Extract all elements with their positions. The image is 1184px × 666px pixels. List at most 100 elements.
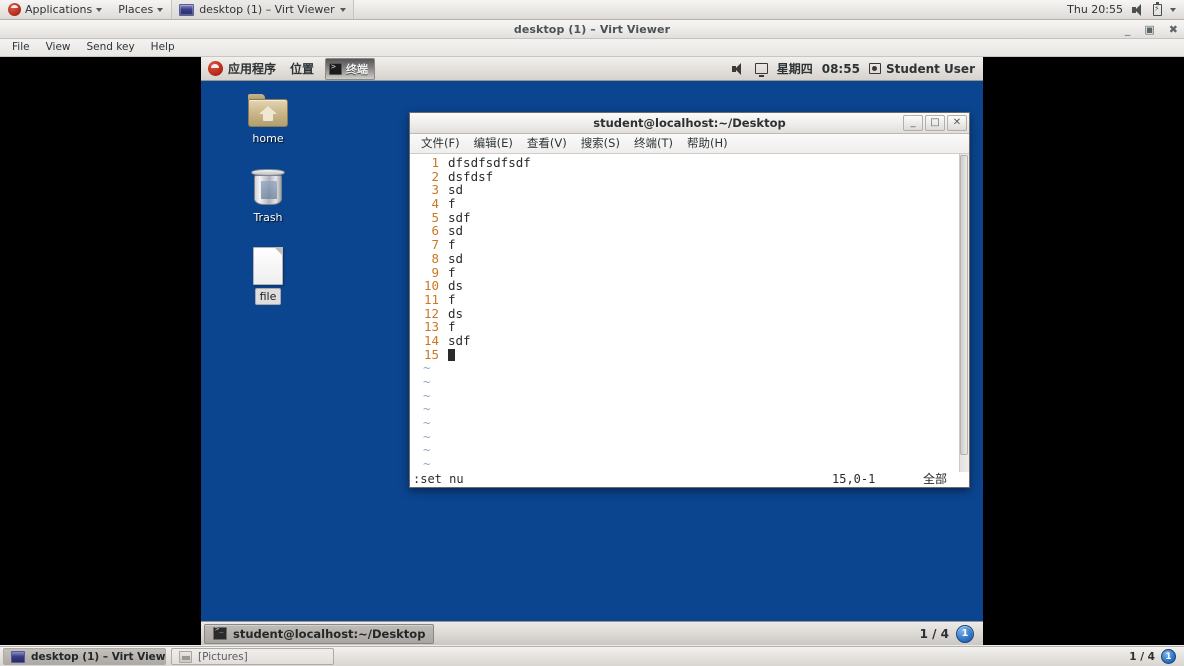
host-workspace-current: 1 xyxy=(1161,649,1176,664)
vim-empty-line: ~ xyxy=(413,387,969,403)
guest-taskbar-item-terminal[interactable]: student@localhost:~/Desktop xyxy=(204,623,435,644)
guest-user-menu[interactable]: Student User xyxy=(868,62,975,76)
host-window-switcher-label: desktop (1) – Virt Viewer xyxy=(199,3,335,16)
desktop-icon-trash[interactable]: Trash xyxy=(230,169,306,225)
vim-line-number: 3 xyxy=(431,182,439,198)
vim-line-text: sdf xyxy=(448,332,471,348)
vim-line-text: ds xyxy=(448,278,464,294)
vim-line-text: sd xyxy=(448,250,464,266)
terminal-scrollbar[interactable] xyxy=(959,154,969,487)
terminal-titlebar[interactable]: student@localhost:~/Desktop _ □ ✕ xyxy=(410,113,969,134)
vim-empty-line: ~ xyxy=(413,402,969,416)
vim-line-number: 2 xyxy=(431,168,439,184)
guest-workspace-switcher[interactable]: 1 / 4 1 xyxy=(919,624,980,643)
chevron-down-icon[interactable] xyxy=(1170,7,1176,12)
guest-workspace-text: 1 / 4 xyxy=(919,626,949,641)
vim-line-text: f xyxy=(448,264,456,280)
desktop-icon-home[interactable]: home xyxy=(230,93,306,146)
vim-line-text: sdf xyxy=(448,209,471,225)
menu-file[interactable]: File xyxy=(4,39,38,56)
vim-ruler: 15,0-1 xyxy=(832,471,876,486)
guest-workspace-current: 1 xyxy=(956,624,974,643)
vim-line: 13 f xyxy=(413,320,969,334)
volume-icon[interactable] xyxy=(1131,3,1145,16)
maximize-button[interactable]: □ xyxy=(925,115,945,131)
desktop-icon-home-label: home xyxy=(252,132,284,145)
taskbar-item-pictures[interactable]: [Pictures] xyxy=(171,648,334,665)
guest-window-button-terminal[interactable]: 终端 xyxy=(325,57,376,80)
vim-tilde-marker: ~ xyxy=(423,374,431,389)
vim-line: 9f xyxy=(413,264,969,280)
vim-line: 6 sd xyxy=(413,224,969,238)
guest-desktop[interactable]: 应用程序 位置 终端 星期四 08 xyxy=(201,57,983,645)
display-icon[interactable] xyxy=(754,63,768,77)
vim-empty-line: ~ xyxy=(413,443,969,457)
vim-editor-area[interactable]: 1 dfsdfsdfsdf 2 dsfdsf 3 sd 4 f 5 sdf 6 sd 7 f 8 sd 9 f 10… xyxy=(410,154,969,487)
host-workspace-switcher[interactable]: 1 / 4 1 xyxy=(1129,649,1181,664)
vim-line-text xyxy=(439,348,455,362)
vim-empty-line: ~ xyxy=(413,416,969,430)
menu-send-key[interactable]: Send key xyxy=(79,39,143,56)
terminal-menu-file[interactable]: 文件(F) xyxy=(414,134,467,153)
terminal-menu-terminal[interactable]: 终端(T) xyxy=(627,134,680,153)
guest-window-button-label: 终端 xyxy=(346,62,369,76)
vim-line-number: 4 xyxy=(431,196,439,212)
host-places-menu[interactable]: Places xyxy=(110,0,171,19)
scrollbar-thumb[interactable] xyxy=(960,155,968,455)
vim-tilde-marker: ~ xyxy=(423,387,431,403)
vim-buffer-lines: 1 dfsdfsdfsdf 2 dsfdsf 3 sd 4 f 5 sdf 6 sd 7 f 8 sd 9 f 10… xyxy=(413,156,969,361)
vim-line: 8 sd xyxy=(413,252,969,266)
virt-viewer-titlebar[interactable]: desktop (1) – Virt Viewer _ ▣ ✖ xyxy=(0,20,1184,39)
host-window-switcher[interactable]: desktop (1) – Virt Viewer xyxy=(171,0,354,19)
vim-line: 5 sdf xyxy=(413,211,969,225)
guest-window-list: 终端 xyxy=(325,57,376,81)
vim-line-number: 11 xyxy=(423,291,439,307)
vim-line: 4f xyxy=(413,197,969,211)
guest-taskbar-item-label: student@localhost:~/Desktop xyxy=(233,626,426,641)
vim-line-number: 7 xyxy=(431,237,439,253)
guest-clock-time[interactable]: 08:55 xyxy=(822,62,860,76)
vim-tilde-marker: ~ xyxy=(423,442,431,458)
virt-viewer-canvas: 应用程序 位置 终端 星期四 08 xyxy=(0,57,1184,645)
taskbar-item-pictures-label: [Pictures] xyxy=(198,650,248,663)
taskbar-item-virt-viewer[interactable]: desktop (1) – Virt Viewer xyxy=(3,648,166,665)
terminal-menu-help[interactable]: 帮助(H) xyxy=(680,134,735,153)
virt-viewer-menubar: File View Send key Help xyxy=(0,39,1184,57)
host-clock[interactable]: Thu 20:55 xyxy=(1067,3,1123,16)
host-system-tray: Thu 20:55 xyxy=(1067,1,1184,16)
guest-top-panel: 应用程序 位置 终端 星期四 08 xyxy=(201,57,983,81)
volume-icon[interactable] xyxy=(731,62,746,75)
close-button[interactable]: ✕ xyxy=(947,115,967,131)
chevron-down-icon xyxy=(157,7,164,12)
close-button[interactable]: ✖ xyxy=(1169,24,1178,35)
guest-clock-day[interactable]: 星期四 xyxy=(777,60,813,77)
vim-line-text: f xyxy=(448,291,456,307)
minimize-button[interactable]: _ xyxy=(903,115,923,131)
user-icon xyxy=(868,63,881,74)
menu-help[interactable]: Help xyxy=(143,39,183,56)
battery-icon[interactable] xyxy=(1153,1,1162,16)
terminal-title: student@localhost:~/Desktop xyxy=(593,116,786,130)
vim-line-text: dfsdfsdfsdf xyxy=(448,155,531,170)
vim-line-text: sd xyxy=(448,182,464,198)
desktop-icon-file[interactable]: file xyxy=(230,247,306,305)
vim-line-number: 9 xyxy=(431,264,439,280)
host-desktop: Applications Places desktop (1) – Virt V… xyxy=(0,0,1184,666)
vim-tilde-marker: ~ xyxy=(423,456,431,472)
virt-viewer-title: desktop (1) – Virt Viewer xyxy=(513,22,671,36)
virt-viewer-window-controls: _ ▣ ✖ xyxy=(1125,20,1178,39)
minimize-button[interactable]: _ xyxy=(1125,24,1131,35)
guest-places-menu[interactable]: 位置 xyxy=(283,57,321,80)
vim-line: 1 dfsdfsdfsdf xyxy=(413,156,969,170)
terminal-menu-search[interactable]: 搜索(S) xyxy=(574,134,627,153)
terminal-icon xyxy=(329,62,343,75)
terminal-menu-view[interactable]: 查看(V) xyxy=(520,134,574,153)
restore-button[interactable]: ▣ xyxy=(1144,24,1154,35)
terminal-menubar: 文件(F) 编辑(E) 查看(V) 搜索(S) 终端(T) 帮助(H) xyxy=(410,134,969,154)
guest-applications-menu[interactable]: 应用程序 xyxy=(201,57,283,80)
terminal-menu-edit[interactable]: 编辑(E) xyxy=(467,134,520,153)
taskbar-item-virt-viewer-label: desktop (1) – Virt Viewer xyxy=(31,650,166,663)
host-applications-menu[interactable]: Applications xyxy=(0,0,110,19)
desktop-icon-trash-label: Trash xyxy=(253,211,283,224)
menu-view[interactable]: View xyxy=(38,39,79,56)
